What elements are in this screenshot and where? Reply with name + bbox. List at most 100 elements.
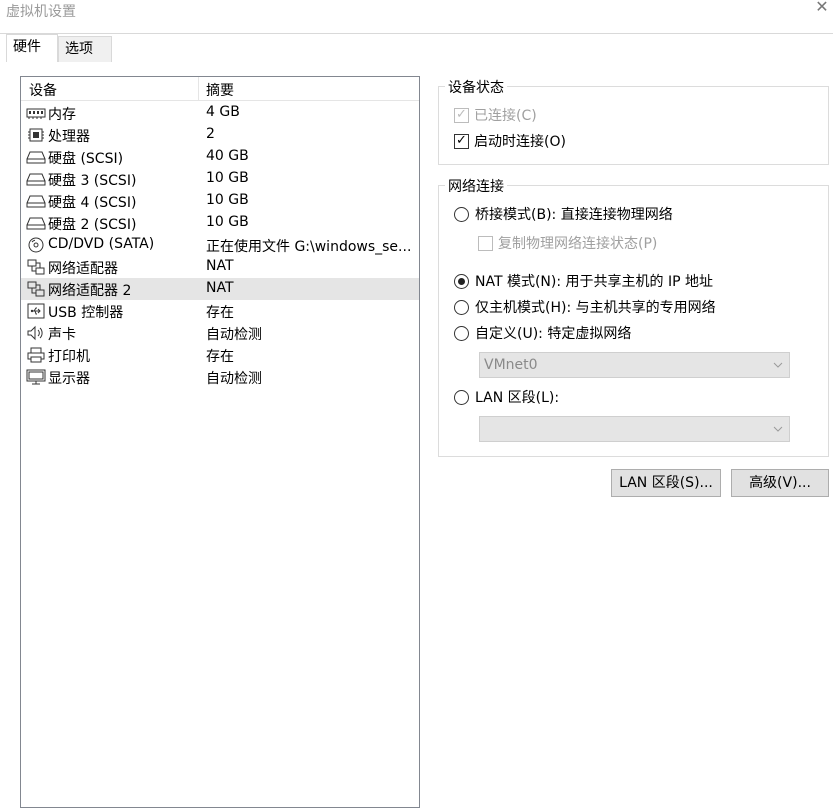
close-icon[interactable]: ✕	[811, 0, 833, 17]
device-summary: 10 GB	[206, 214, 249, 230]
advanced-button[interactable]: 高级(V)...	[731, 469, 829, 497]
nat-label: NAT 模式(N): 用于共享主机的 IP 地址	[475, 274, 713, 290]
usb-icon	[27, 303, 45, 319]
list-header: 设备 摘要	[21, 77, 419, 101]
bridged-radio[interactable]: 桥接模式(B): 直接连接物理网络	[454, 204, 673, 224]
column-header-device[interactable]: 设备	[29, 80, 57, 100]
disk-icon	[26, 151, 46, 164]
custom-label: 自定义(U): 特定虚拟网络	[475, 326, 632, 342]
device-name: 打印机	[48, 349, 90, 365]
disk-icon	[26, 195, 46, 208]
device-summary: 2	[206, 126, 215, 142]
checkmark-icon: ✓	[456, 132, 467, 148]
device-summary: 10 GB	[206, 170, 249, 186]
device-name: 显示器	[48, 371, 90, 387]
device-row-processor[interactable]: 处理器 2	[21, 124, 419, 146]
device-row-network-adapter-2[interactable]: 网络适配器 2 NAT	[21, 278, 419, 300]
lan-segment-label: LAN 区段(L):	[475, 390, 560, 406]
window-title: 虚拟机设置	[6, 4, 76, 20]
host-only-radio[interactable]: 仅主机模式(H): 与主机共享的专用网络	[454, 297, 716, 317]
radio-selected-dot	[458, 277, 465, 285]
device-name: 声卡	[48, 327, 76, 343]
device-row-disk[interactable]: 硬盘 (SCSI) 40 GB	[21, 146, 419, 168]
device-name: 内存	[48, 107, 76, 123]
cd-icon	[28, 237, 44, 253]
connected-label: 已连接(C)	[474, 108, 537, 124]
device-row-usb-controller[interactable]: USB 控制器 存在	[21, 300, 419, 322]
device-name: 网络适配器 2	[48, 283, 132, 299]
checkmark-icon: ✓	[456, 106, 467, 122]
device-summary: 4 GB	[206, 104, 240, 120]
radio-circle[interactable]	[454, 273, 469, 289]
connect-at-power-on-checkbox[interactable]: ✓ 启动时连接(O)	[454, 131, 566, 151]
connected-checkbox[interactable]: ✓ 已连接(C)	[454, 105, 537, 125]
replicate-state-checkbox[interactable]: 复制物理网络连接状态(P)	[478, 233, 657, 253]
radio-circle[interactable]	[454, 299, 469, 315]
device-row-network-adapter[interactable]: 网络适配器 NAT	[21, 256, 419, 278]
device-row-sound-card[interactable]: 声卡 自动检测	[21, 322, 419, 344]
device-row-cd-dvd[interactable]: CD/DVD (SATA) 正在使用文件 G:\windows_se...	[21, 234, 419, 256]
device-row-printer[interactable]: 打印机 存在	[21, 344, 419, 366]
cpu-icon	[28, 128, 44, 142]
host-only-label: 仅主机模式(H): 与主机共享的专用网络	[475, 300, 716, 316]
device-name: 网络适配器	[48, 261, 118, 277]
memory-icon	[26, 108, 46, 119]
device-summary: 存在	[206, 349, 234, 365]
device-name: 硬盘 4 (SCSI)	[48, 195, 137, 211]
checkbox-box[interactable]: ✓	[454, 106, 469, 123]
device-status-group: 设备状态 ✓ 已连接(C) ✓ 启动时连接(O)	[438, 77, 829, 165]
replicate-state-label: 复制物理网络连接状态(P)	[498, 236, 658, 252]
bridged-label: 桥接模式(B): 直接连接物理网络	[475, 207, 673, 223]
device-summary: 40 GB	[206, 148, 249, 164]
radio-circle[interactable]	[454, 389, 469, 405]
network-connection-label: 网络连接	[445, 176, 507, 196]
title-bar: 虚拟机设置 ✕	[0, 0, 833, 28]
device-summary: 自动检测	[206, 371, 262, 387]
device-summary: 10 GB	[206, 192, 249, 208]
tab-options[interactable]: 选项	[58, 36, 112, 62]
device-row-disk-4[interactable]: 硬盘 4 (SCSI) 10 GB	[21, 190, 419, 212]
column-separator[interactable]	[198, 77, 199, 101]
device-summary: NAT	[206, 280, 234, 296]
device-status-label: 设备状态	[445, 77, 507, 97]
device-row-display[interactable]: 显示器 自动检测	[21, 366, 419, 388]
device-list[interactable]: 设备 摘要 内存 4 GB 处理器 2 硬盘 (SCSI) 40 GB 硬盘 3…	[20, 76, 420, 808]
custom-network-value: VMnet0	[484, 357, 538, 373]
device-row-disk-3[interactable]: 硬盘 3 (SCSI) 10 GB	[21, 168, 419, 190]
device-name: 硬盘 3 (SCSI)	[48, 173, 137, 189]
printer-icon	[27, 347, 45, 363]
nat-radio[interactable]: NAT 模式(N): 用于共享主机的 IP 地址	[454, 271, 713, 291]
device-name: 处理器	[48, 129, 90, 145]
radio-circle[interactable]	[454, 325, 469, 341]
connect-at-power-on-label: 启动时连接(O)	[474, 134, 566, 150]
device-name: 硬盘 2 (SCSI)	[48, 217, 137, 233]
tab-bar-divider	[0, 33, 833, 34]
tab-hardware[interactable]: 硬件	[6, 34, 58, 62]
column-header-summary[interactable]: 摘要	[206, 80, 234, 100]
checkbox-box[interactable]: ✓	[454, 132, 469, 149]
tab-content: 设备 摘要 内存 4 GB 处理器 2 硬盘 (SCSI) 40 GB 硬盘 3…	[0, 62, 833, 808]
custom-network-select[interactable]: VMnet0	[479, 352, 790, 378]
device-summary: 存在	[206, 305, 234, 321]
disk-icon	[26, 173, 46, 186]
lan-segment-select[interactable]	[479, 416, 790, 442]
network-connection-group: 网络连接 桥接模式(B): 直接连接物理网络 复制物理网络连接状态(P) NAT…	[438, 176, 829, 457]
device-summary: 正在使用文件 G:\windows_se...	[206, 239, 412, 255]
monitor-icon	[26, 369, 46, 385]
device-row-memory[interactable]: 内存 4 GB	[21, 102, 419, 124]
device-summary: NAT	[206, 258, 234, 274]
lan-segments-button[interactable]: LAN 区段(S)...	[611, 469, 721, 497]
device-row-disk-2[interactable]: 硬盘 2 (SCSI) 10 GB	[21, 212, 419, 234]
checkbox-box[interactable]	[478, 235, 493, 251]
device-name: 硬盘 (SCSI)	[48, 151, 124, 167]
radio-circle[interactable]	[454, 206, 469, 222]
device-name: USB 控制器	[48, 305, 124, 321]
network-icon	[27, 281, 45, 297]
custom-radio[interactable]: 自定义(U): 特定虚拟网络	[454, 323, 631, 343]
device-summary: 自动检测	[206, 327, 262, 343]
network-icon	[27, 259, 45, 275]
disk-icon	[26, 217, 46, 230]
lan-segment-radio[interactable]: LAN 区段(L):	[454, 387, 559, 407]
chevron-down-icon	[773, 426, 783, 432]
device-name: CD/DVD (SATA)	[48, 236, 155, 252]
